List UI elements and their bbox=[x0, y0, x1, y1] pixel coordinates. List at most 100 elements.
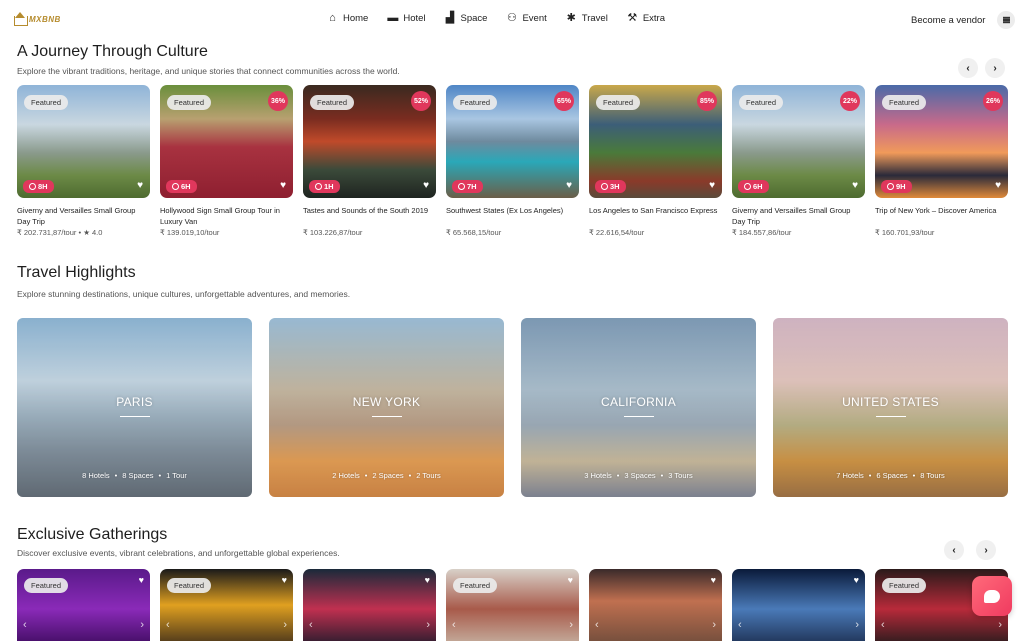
spaces-count: 8 Spaces bbox=[122, 471, 154, 480]
chevron-left-icon[interactable]: ‹ bbox=[452, 619, 456, 631]
divider bbox=[875, 416, 906, 417]
culture-cards: Featured 8H ♥ Giverny and Versailles Small … bbox=[17, 85, 1008, 237]
tour-card[interactable]: Featured 52% 1H ♥ Tastes and Sounds of the S… bbox=[303, 85, 436, 237]
palm-tree-icon: ✱ bbox=[566, 12, 576, 24]
destination-card[interactable]: NEW YORK 2 Hotels • 2 Spaces • 2 Tours bbox=[269, 318, 504, 497]
duration-text: 7H bbox=[467, 182, 477, 191]
destination-name: UNITED STATES bbox=[842, 395, 939, 409]
tour-card[interactable]: Featured 26% 9H ♥ Trip of New York – Discove… bbox=[875, 85, 1008, 237]
heart-icon[interactable]: ♥ bbox=[282, 575, 287, 585]
chevron-right-icon[interactable]: › bbox=[855, 619, 859, 631]
heart-icon[interactable]: ♥ bbox=[137, 181, 143, 191]
nav-label: Hotel bbox=[403, 13, 426, 24]
heart-icon[interactable]: ♥ bbox=[568, 575, 573, 585]
heart-icon[interactable]: ♥ bbox=[852, 181, 858, 191]
nav-item-home[interactable]: ⌂ Home bbox=[326, 12, 368, 25]
tour-price: ₹ 103.226,87/tour bbox=[303, 228, 363, 237]
nav-item-hotel[interactable]: ▬ Hotel bbox=[386, 12, 425, 25]
tour-title: Giverny and Versailles Small Group Day T… bbox=[17, 206, 136, 226]
destination-stats: 3 Hotels • 3 Spaces • 3 Tours bbox=[521, 471, 756, 480]
nav-item-space[interactable]: ▟ Space bbox=[444, 12, 488, 25]
chevron-left-icon[interactable]: ‹ bbox=[23, 619, 27, 631]
tour-image: Featured 26% 9H ♥ bbox=[875, 85, 1008, 198]
culture-next-button[interactable]: › bbox=[985, 58, 1005, 78]
clock-icon bbox=[887, 183, 894, 190]
duration-text: 8H bbox=[38, 182, 48, 191]
event-card[interactable]: Featured ♥ ‹ › bbox=[446, 569, 579, 641]
heart-icon[interactable]: ♥ bbox=[280, 181, 286, 191]
heart-icon[interactable]: ♥ bbox=[423, 181, 429, 191]
destination-card[interactable]: CALIFORNIA 3 Hotels • 3 Spaces • 3 Tours bbox=[521, 318, 756, 497]
nav-label: Space bbox=[460, 13, 488, 24]
duration-text: 1H bbox=[324, 182, 334, 191]
heart-icon[interactable]: ♥ bbox=[711, 575, 716, 585]
chat-button[interactable] bbox=[972, 576, 1012, 616]
gatherings-cards: Featured ♥ ‹ › Featured ♥ ‹ › ♥ ‹ › Featured ♥ ‹ › ♥ ‹ › ♥… bbox=[17, 569, 1008, 641]
tour-image: Featured 36% 6H ♥ bbox=[160, 85, 293, 198]
heart-icon[interactable]: ♥ bbox=[425, 575, 430, 585]
event-card[interactable]: Featured ♥ ‹ › bbox=[160, 569, 293, 641]
spaces-count: 6 Spaces bbox=[876, 471, 908, 480]
tour-card[interactable]: Featured 65% 7H ♥ Southwest States (Ex Los A… bbox=[446, 85, 579, 237]
heart-icon[interactable]: ♥ bbox=[566, 181, 572, 191]
become-vendor-link[interactable]: Become a vendor bbox=[911, 15, 985, 26]
heart-icon[interactable]: ♥ bbox=[139, 575, 144, 585]
clock-icon bbox=[315, 183, 322, 190]
chevron-right-icon[interactable]: › bbox=[426, 619, 430, 631]
chevron-left-icon[interactable]: ‹ bbox=[738, 619, 742, 631]
event-card[interactable]: ♥ ‹ › bbox=[303, 569, 436, 641]
tour-card[interactable]: Featured 8H ♥ Giverny and Versailles Small … bbox=[17, 85, 150, 237]
divider bbox=[623, 416, 654, 417]
chevron-right-icon[interactable]: › bbox=[712, 619, 716, 631]
chevron-left-icon[interactable]: ‹ bbox=[595, 619, 599, 631]
nav-label: Home bbox=[343, 13, 369, 24]
logo-text: MXBNB bbox=[29, 14, 61, 24]
gatherings-title: Exclusive Gatherings bbox=[17, 526, 168, 543]
featured-badge: Featured bbox=[453, 578, 498, 593]
culture-prev-button[interactable]: ‹ bbox=[958, 58, 978, 78]
header: MXBNB ⌂ Home ▬ Hotel ▟ Space ⚇ Event ✱ Travel ⚒ Ext… bbox=[0, 0, 1024, 40]
destination-card[interactable]: UNITED STATES 7 Hotels • 6 Spaces • 8 Tours bbox=[773, 318, 1008, 497]
tour-card[interactable]: Featured 85% 3H ♥ Los Angeles to San Francis… bbox=[589, 85, 722, 237]
event-card[interactable]: ♥ ‹ › bbox=[589, 569, 722, 641]
featured-badge: Featured bbox=[453, 95, 498, 110]
chevron-left-icon[interactable]: ‹ bbox=[166, 619, 170, 631]
separator: • bbox=[408, 471, 412, 480]
tour-card[interactable]: Featured 22% 6H ♥ Giverny and Versailles Sma… bbox=[732, 85, 865, 237]
destination-stats: 7 Hotels • 6 Spaces • 8 Tours bbox=[773, 471, 1008, 480]
event-card[interactable]: Featured ♥ ‹ › bbox=[17, 569, 150, 641]
tour-title: Giverny and Versailles Small Group Day T… bbox=[732, 206, 851, 226]
chevron-left-icon[interactable]: ‹ bbox=[881, 619, 885, 631]
heart-icon[interactable]: ♥ bbox=[995, 181, 1001, 191]
nav-item-event[interactable]: ⚇ Event bbox=[505, 12, 547, 25]
separator: • bbox=[616, 471, 620, 480]
heart-icon[interactable]: ♥ bbox=[709, 181, 715, 191]
chevron-right-icon[interactable]: › bbox=[140, 619, 144, 631]
duration-text: 6H bbox=[181, 182, 191, 191]
destination-card[interactable]: PARIS 8 Hotels • 8 Spaces • 1 Tour bbox=[17, 318, 252, 497]
spaces-count: 2 Spaces bbox=[372, 471, 404, 480]
event-card[interactable]: ♥ ‹ › bbox=[732, 569, 865, 641]
chevron-right-icon[interactable]: › bbox=[569, 619, 573, 631]
nav-item-travel[interactable]: ✱ Travel bbox=[565, 12, 608, 25]
discount-badge: 52% bbox=[411, 91, 431, 111]
heart-icon[interactable]: ♥ bbox=[854, 575, 859, 585]
separator: • bbox=[912, 471, 916, 480]
chevron-right-icon[interactable]: › bbox=[998, 619, 1002, 631]
nav-item-extra[interactable]: ⚒ Extra bbox=[626, 12, 665, 25]
tour-title: Los Angeles to San Francisco Express bbox=[589, 206, 718, 215]
culture-subtitle: Explore the vibrant traditions, heritage… bbox=[17, 66, 400, 76]
gatherings-prev-button[interactable]: ‹ bbox=[944, 540, 964, 560]
tour-price: ₹ 202.731,87/tour • ★ 4.0 bbox=[17, 228, 103, 237]
gatherings-next-button[interactable]: › bbox=[976, 540, 996, 560]
tour-image: Featured 85% 3H ♥ bbox=[589, 85, 722, 198]
tours-count: 1 Tour bbox=[166, 471, 187, 480]
clock-icon bbox=[601, 183, 608, 190]
chevron-right-icon[interactable]: › bbox=[283, 619, 287, 631]
tour-card[interactable]: Featured 36% 6H ♥ Hollywood Sign Small Group… bbox=[160, 85, 293, 237]
spaces-count: 3 Spaces bbox=[624, 471, 656, 480]
chevron-left-icon[interactable]: ‹ bbox=[309, 619, 313, 631]
logo-icon bbox=[14, 12, 28, 26]
logo[interactable]: MXBNB bbox=[14, 12, 61, 26]
menu-button[interactable] bbox=[997, 11, 1015, 29]
